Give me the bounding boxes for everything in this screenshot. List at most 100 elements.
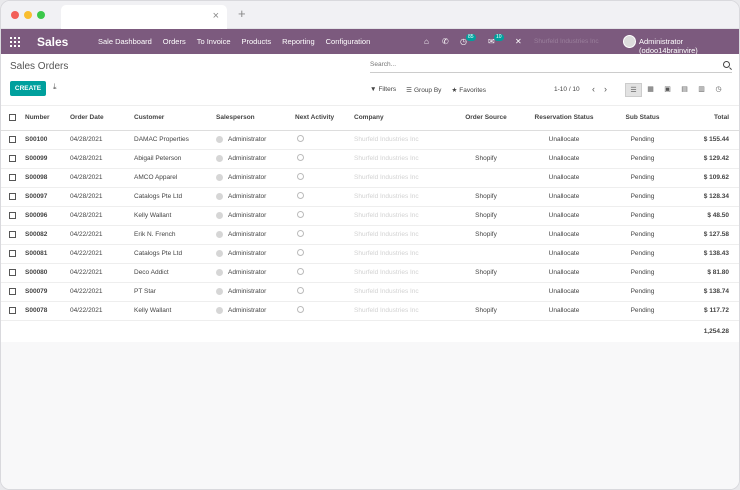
filters-button[interactable]: ▼ Filters [370,86,396,94]
menu-reporting[interactable]: Reporting [282,37,315,46]
clock-icon[interactable] [297,249,304,256]
order-source: Shopify [453,263,519,283]
row-checkbox[interactable] [9,211,16,219]
table-row[interactable]: S00080 04/22/2021 Deco Addict Administrator… [1,263,739,283]
column-header[interactable]: Order Source [453,106,519,131]
clock-icon[interactable] [297,192,304,199]
user-avatar[interactable] [623,35,636,48]
kanban-view-icon[interactable]: ▦ [642,83,659,97]
row-checkbox[interactable] [9,154,16,162]
order-source: Shopify [453,225,519,245]
menu-orders[interactable]: Orders [163,37,186,46]
order-source: Shopify [453,206,519,226]
browser-window: × + Sales Sale Dashboard Orders To Invoi… [0,0,740,490]
table-row[interactable]: S00078 04/22/2021 Kelly Wallant Administrat… [1,301,739,321]
calendar-view-icon[interactable]: ▣ [659,83,676,97]
search-bar [370,61,732,73]
close-window-dot[interactable] [11,11,19,19]
list-view-icon[interactable]: ☰ [625,83,642,97]
menu-products[interactable]: Products [242,37,272,46]
sales-orders-table: Number Order Date Customer Salesperson N… [1,106,739,342]
row-checkbox[interactable] [9,173,16,181]
apps-menu-icon[interactable] [10,37,20,47]
minimize-window-dot[interactable] [24,11,32,19]
home-icon[interactable]: ⌂ [424,37,429,46]
salesperson: Administrator [228,307,267,315]
table-row[interactable]: S00097 04/28/2021 Catalogs Pte Ltd Administ… [1,187,739,207]
clock-icon[interactable] [297,211,304,218]
order-number: S00078 [25,301,70,321]
messages-icon[interactable]: ✉ 10 [488,34,504,46]
next-activity-cell [295,301,354,321]
favorites-button[interactable]: ★ Favorites [451,86,486,94]
row-checkbox[interactable] [9,135,16,143]
maximize-window-dot[interactable] [37,11,45,19]
salesperson: Administrator [228,212,267,220]
search-input[interactable] [370,61,710,68]
column-header[interactable]: Next Activity [295,106,354,131]
search-icon[interactable] [723,61,730,68]
column-header[interactable]: Order Date [70,106,134,131]
row-checkbox[interactable] [9,268,16,276]
clock-icon[interactable] [297,154,304,161]
order-total: $ 81.80 [676,263,739,283]
browser-tab[interactable]: × [61,5,227,29]
row-checkbox[interactable] [9,192,16,200]
star-icon: ★ [451,87,458,94]
menu-to-invoice[interactable]: To Invoice [197,37,231,46]
table-row[interactable]: S00100 04/28/2021 DAMAC Properties Administ… [1,130,739,150]
user-menu[interactable]: Administrator (odoo14brainvire) [639,37,739,55]
row-checkbox[interactable] [9,230,16,238]
customer: DAMAC Properties [134,130,216,150]
chevron-right-icon[interactable]: › [604,84,607,94]
clock-icon[interactable] [297,287,304,294]
phone-icon[interactable]: ✆ [442,37,449,46]
group-by-button[interactable]: ☰ Group By [406,86,441,94]
clock-icon[interactable] [297,230,304,237]
column-header[interactable]: Company [354,106,453,131]
menu-configuration[interactable]: Configuration [326,37,371,46]
column-header[interactable]: Customer [134,106,216,131]
column-header[interactable]: Total [676,106,739,131]
column-header[interactable]: Salesperson [216,106,295,131]
control-panel: Sales Orders CREATE ⤓ ▼Filters ☰Group By… [1,54,739,106]
order-source [453,168,519,188]
pivot-view-icon[interactable]: ▤ [676,83,693,97]
empty-area [1,342,739,489]
table-row[interactable]: S00096 04/28/2021 Kelly Wallant Administrat… [1,206,739,226]
salesperson-cell: Administrator [216,282,295,302]
table-row[interactable]: S00081 04/22/2021 Catalogs Pte Ltd Administ… [1,244,739,264]
select-all-checkbox[interactable] [9,114,16,122]
salesperson: Administrator [228,250,267,258]
pager-value[interactable]: 1-10 / 10 [554,86,580,93]
clock-icon[interactable] [297,135,304,142]
clock-icon[interactable] [297,268,304,275]
graph-view-icon[interactable]: ▥ [693,83,710,97]
download-icon[interactable]: ⤓ [53,82,57,92]
order-number: S00096 [25,206,70,226]
close-tab-icon[interactable]: × [213,10,219,22]
sub-status: Pending [609,187,676,207]
row-checkbox[interactable] [9,306,16,314]
column-header[interactable]: Number [25,106,70,131]
activity-view-icon[interactable]: ◷ [710,83,727,97]
new-tab-icon[interactable]: + [238,6,246,21]
activity-icon[interactable]: ◷ 85 [460,34,476,46]
order-total: $ 138.74 [676,282,739,302]
table-row[interactable]: S00079 04/22/2021 PT Star Administrator Shur… [1,282,739,302]
row-checkbox[interactable] [9,287,16,295]
clock-icon[interactable] [297,306,304,313]
chevron-left-icon[interactable]: ‹ [592,84,595,94]
order-source: Shopify [453,187,519,207]
menu-sale-dashboard[interactable]: Sale Dashboard [98,37,152,46]
table-row[interactable]: S00099 04/28/2021 Abigail Peterson Administ… [1,149,739,169]
table-row[interactable]: S00098 04/28/2021 AMCO Apparel Administrato… [1,168,739,188]
column-header[interactable]: Reservation Status [519,106,609,131]
company-switcher[interactable]: Shurfeld Industries Inc [534,38,599,45]
row-checkbox[interactable] [9,249,16,257]
create-button[interactable]: CREATE [10,81,46,96]
column-header[interactable]: Sub Status [609,106,676,131]
clock-icon[interactable] [297,173,304,180]
table-row[interactable]: S00082 04/22/2021 Erik N. French Administra… [1,225,739,245]
tools-icon[interactable]: ✕ [515,37,522,46]
